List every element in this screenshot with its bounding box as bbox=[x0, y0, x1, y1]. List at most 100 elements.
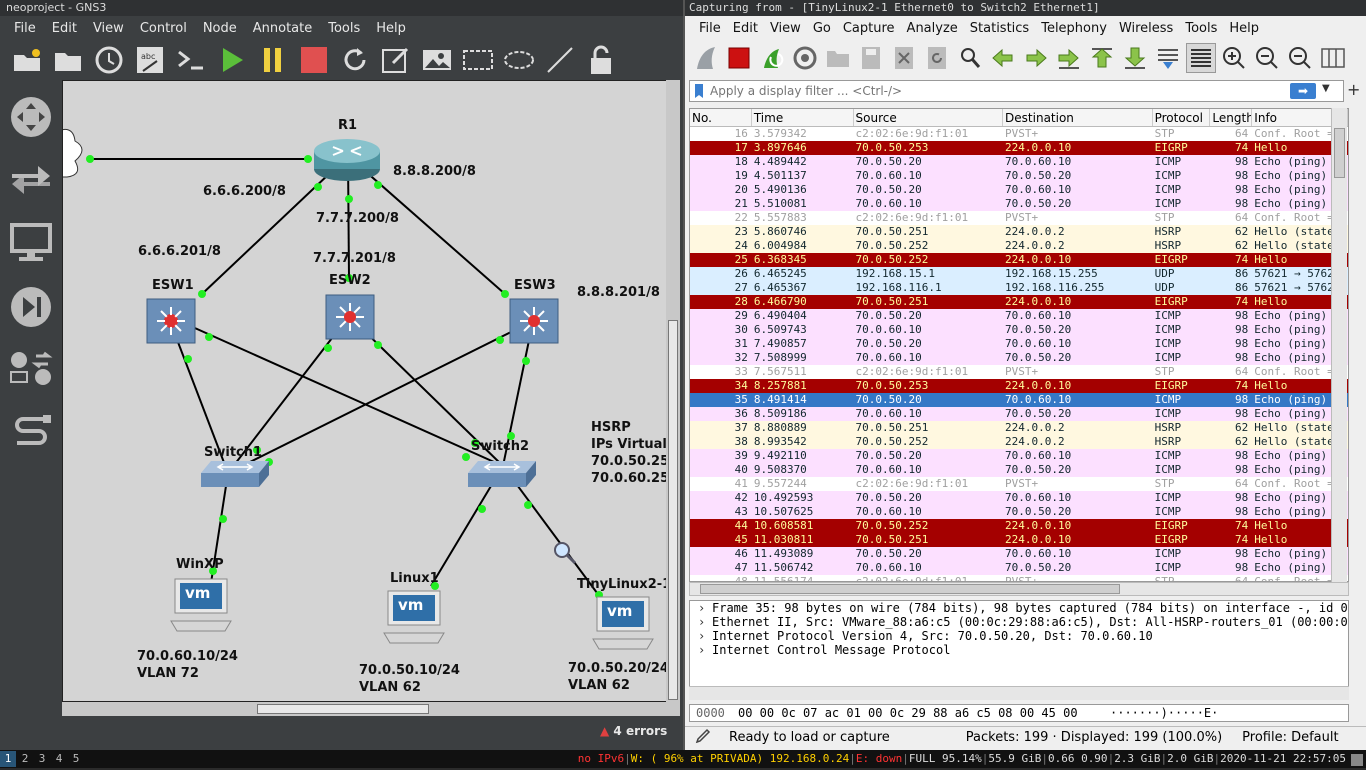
zoom-normal-icon[interactable] bbox=[1285, 43, 1315, 73]
add-note-icon[interactable] bbox=[379, 43, 413, 77]
menu-file[interactable]: File bbox=[6, 21, 44, 36]
filter-dropdown-icon[interactable]: ▼ bbox=[1322, 83, 1330, 94]
packet-row[interactable]: 35 8.491414 70.0.50.20 70.0.60.10 ICMP 98 Echo… bbox=[690, 393, 1348, 407]
packet-row[interactable]: 21 5.510081 70.0.60.10 70.0.50.20 ICMP 98 Echo… bbox=[690, 197, 1348, 211]
ws-menu-help[interactable]: Help bbox=[1223, 21, 1265, 36]
node-label-esw1[interactable]: ESW1 bbox=[152, 278, 194, 293]
packet-details-pane[interactable]: › Frame 35: 98 bytes on wire (784 bits), … bbox=[689, 600, 1349, 700]
draw-ellipse-icon[interactable] bbox=[502, 43, 536, 77]
browse-routers-icon[interactable] bbox=[6, 92, 56, 142]
packet-row[interactable]: 25 6.368345 70.0.50.252 224.0.0.10 EIGRP 74 He… bbox=[690, 253, 1348, 267]
detail-frame[interactable]: › Frame 35: 98 bytes on wire (784 bits), … bbox=[690, 601, 1348, 615]
ws-menu-wireless[interactable]: Wireless bbox=[1113, 21, 1179, 36]
packet-row[interactable]: 38 8.993542 70.0.50.252 224.0.0.2 HSRP 62 Hell… bbox=[690, 435, 1348, 449]
menu-control[interactable]: Control bbox=[132, 21, 195, 36]
note-tiny-vlan[interactable]: VLAN 62 bbox=[568, 678, 630, 693]
note-ip-esw2[interactable]: 7.7.7.201/8 bbox=[313, 251, 396, 266]
packet-row[interactable]: 34 8.257881 70.0.50.253 224.0.0.10 EIGRP 74 He… bbox=[690, 379, 1348, 393]
horizontal-scroll-thumb[interactable] bbox=[257, 704, 429, 714]
new-project-icon[interactable] bbox=[10, 43, 44, 77]
workspace-4[interactable]: 4 bbox=[51, 751, 67, 767]
note-ip-esw3[interactable]: 8.8.8.201/8 bbox=[577, 285, 660, 300]
browse-switches-icon[interactable] bbox=[6, 155, 56, 205]
add-filter-button-icon[interactable]: + bbox=[1347, 80, 1360, 99]
packet-row[interactable]: 18 4.489442 70.0.50.20 70.0.60.10 ICMP 98 Echo… bbox=[690, 155, 1348, 169]
close-file-icon[interactable] bbox=[889, 43, 919, 73]
menu-node[interactable]: Node bbox=[195, 21, 245, 36]
packet-list[interactable]: No. Time Source Destination Protocol Len… bbox=[689, 108, 1349, 582]
packet-row[interactable]: 30 6.509743 70.0.60.10 70.0.50.20 ICMP 98 Echo… bbox=[690, 323, 1348, 337]
browse-all-devices-icon[interactable] bbox=[6, 345, 56, 395]
detail-ipv4[interactable]: › Internet Protocol Version 4, Src: 70.0.… bbox=[690, 629, 1348, 643]
resize-columns-icon[interactable] bbox=[1318, 43, 1348, 73]
zoom-out-icon[interactable] bbox=[1252, 43, 1282, 73]
colorize-icon[interactable] bbox=[1186, 43, 1216, 73]
ws-menu-analyze[interactable]: Analyze bbox=[901, 21, 964, 36]
packet-row[interactable]: 17 3.897646 70.0.50.253 224.0.0.10 EIGRP 74 He… bbox=[690, 141, 1348, 155]
ws-menu-statistics[interactable]: Statistics bbox=[964, 21, 1035, 36]
draw-line-icon[interactable] bbox=[543, 43, 577, 77]
stop-capture-icon[interactable] bbox=[724, 43, 754, 73]
packet-row[interactable]: 32 7.508999 70.0.60.10 70.0.50.20 ICMP 98 Echo… bbox=[690, 351, 1348, 365]
col-source[interactable]: Source bbox=[854, 109, 1004, 126]
packet-list-scroll-thumb[interactable] bbox=[1334, 128, 1345, 178]
workspace-1[interactable]: 1 bbox=[0, 751, 16, 767]
show-interface-labels-icon[interactable]: abc bbox=[133, 43, 167, 77]
insert-image-icon[interactable] bbox=[420, 43, 454, 77]
menu-edit[interactable]: Edit bbox=[44, 21, 85, 36]
packet-row[interactable]: 16 3.579342 c2:02:6e:9d:f1:01 PVST+ STP 64 Con… bbox=[690, 127, 1348, 141]
apply-filter-arrow-icon[interactable]: ➡ bbox=[1290, 83, 1316, 99]
go-forward-icon[interactable] bbox=[1021, 43, 1051, 73]
note-ip-r1-esw2[interactable]: 7.7.7.200/8 bbox=[316, 211, 399, 226]
packet-row[interactable]: 43 10.507625 70.0.60.10 70.0.50.20 ICMP 98 Ech… bbox=[690, 505, 1348, 519]
open-project-icon[interactable] bbox=[51, 43, 85, 77]
canvas-horizontal-scrollbar[interactable] bbox=[62, 702, 666, 716]
note-ip-r1-esw3[interactable]: 8.8.8.200/8 bbox=[393, 164, 476, 179]
canvas-vertical-scrollbar[interactable] bbox=[666, 80, 680, 716]
workspace-5[interactable]: 5 bbox=[68, 751, 84, 767]
reload-file-icon[interactable] bbox=[922, 43, 952, 73]
packet-list-hscrollbar[interactable] bbox=[689, 582, 1349, 596]
errors-indicator[interactable]: ▲ 4 errors bbox=[600, 724, 667, 738]
ws-menu-go[interactable]: Go bbox=[807, 21, 837, 36]
menu-annotate[interactable]: Annotate bbox=[245, 21, 320, 36]
console-icon[interactable] bbox=[174, 43, 208, 77]
note-ip-esw1[interactable]: 6.6.6.201/8 bbox=[138, 244, 221, 259]
note-linux-vlan[interactable]: VLAN 62 bbox=[359, 680, 421, 695]
node-label-esw2[interactable]: ESW2 bbox=[329, 273, 371, 288]
tray-icon[interactable] bbox=[1350, 751, 1364, 770]
start-all-icon[interactable] bbox=[215, 43, 249, 77]
packet-row[interactable]: 41 9.557244 c2:02:6e:9d:f1:01 PVST+ STP 64 Con… bbox=[690, 477, 1348, 491]
packet-row[interactable]: 40 9.508370 70.0.60.10 70.0.50.20 ICMP 98 Echo… bbox=[690, 463, 1348, 477]
expand-arrow-icon[interactable]: › bbox=[698, 629, 712, 643]
save-file-icon[interactable] bbox=[856, 43, 886, 73]
ws-menu-tools[interactable]: Tools bbox=[1179, 21, 1223, 36]
packet-row[interactable]: 19 4.501137 70.0.60.10 70.0.50.20 ICMP 98 Echo… bbox=[690, 169, 1348, 183]
first-packet-icon[interactable] bbox=[1087, 43, 1117, 73]
packet-row[interactable]: 42 10.492593 70.0.50.20 70.0.60.10 ICMP 98 Ech… bbox=[690, 491, 1348, 505]
node-label-winxp[interactable]: WinXP bbox=[176, 557, 224, 572]
packet-list-vscrollbar[interactable] bbox=[1331, 108, 1347, 582]
note-winxp-vlan[interactable]: VLAN 72 bbox=[137, 666, 199, 681]
note-tiny-ip[interactable]: 70.0.50.20/24 bbox=[568, 661, 667, 676]
packet-row[interactable]: 44 10.608581 70.0.50.252 224.0.0.10 EIGRP 74 H… bbox=[690, 519, 1348, 533]
ws-menu-edit[interactable]: Edit bbox=[727, 21, 764, 36]
browse-security-devices-icon[interactable] bbox=[6, 282, 56, 332]
note-ip-r1-esw1[interactable]: 6.6.6.200/8 bbox=[203, 184, 286, 199]
autoscroll-icon[interactable] bbox=[1153, 43, 1183, 73]
ws-menu-telephony[interactable]: Telephony bbox=[1035, 21, 1113, 36]
shark-fin-start-icon[interactable] bbox=[691, 43, 721, 73]
lock-icon[interactable] bbox=[584, 43, 618, 77]
menu-help[interactable]: Help bbox=[368, 21, 414, 36]
col-protocol[interactable]: Protocol bbox=[1153, 109, 1211, 126]
node-label-linux1[interactable]: Linux1 bbox=[390, 571, 439, 586]
col-no[interactable]: No. bbox=[690, 109, 752, 126]
packet-row[interactable]: 36 8.509186 70.0.60.10 70.0.50.20 ICMP 98 Echo… bbox=[690, 407, 1348, 421]
node-label-r1[interactable]: R1 bbox=[338, 118, 357, 133]
go-back-icon[interactable] bbox=[988, 43, 1018, 73]
detail-icmp[interactable]: › Internet Control Message Protocol bbox=[690, 643, 1348, 657]
detail-ethernet[interactable]: › Ethernet II, Src: VMware_88:a6:c5 (00:0… bbox=[690, 615, 1348, 629]
snapshot-icon[interactable] bbox=[92, 43, 126, 77]
vertical-scroll-thumb[interactable] bbox=[668, 320, 678, 700]
find-packet-icon[interactable] bbox=[955, 43, 985, 73]
